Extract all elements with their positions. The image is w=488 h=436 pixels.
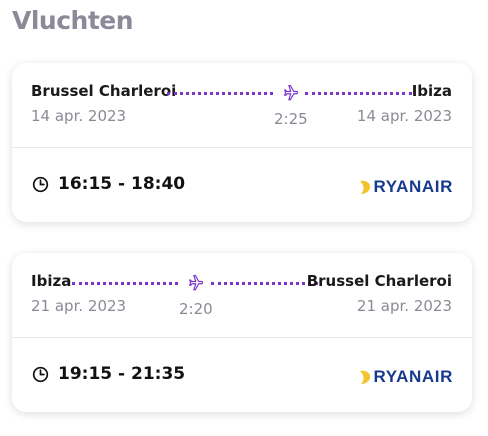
clock-icon [32,176,49,193]
airline-logo: RYANAIR [358,177,453,197]
flight-route: Brussel Charleroi Ibiza 14 apr. 2023 2:2… [12,63,472,147]
destination-city: Brussel Charleroi [306,272,452,290]
origin-city: Brussel Charleroi [31,82,177,100]
route-line [72,282,178,285]
flight-details: 19:15 - 21:35 RYANAIR [12,337,472,412]
plane-icon [284,84,299,101]
flight-duration: 2:20 [179,300,213,318]
plane-icon [189,274,204,291]
route-line [211,282,318,285]
flight-times: 16:15 - 18:40 [58,174,186,194]
airline-name: RYANAIR [373,177,453,196]
arrival-date: 14 apr. 2023 [356,107,452,125]
flight-duration: 2:25 [274,110,308,128]
flight-times: 19:15 - 21:35 [58,364,186,384]
clock-icon [32,366,49,383]
departure-date: 21 apr. 2023 [31,297,127,315]
airline-name: RYANAIR [373,367,453,386]
page-title: Vluchten [12,6,134,35]
destination-city: Ibiza [411,82,452,100]
flight-details: 16:15 - 18:40 RYANAIR [12,147,472,222]
ryanair-harp-logo [359,370,370,384]
flight-card-outbound[interactable]: Brussel Charleroi Ibiza 14 apr. 2023 2:2… [12,63,472,222]
route-line [167,92,273,95]
departure-date: 14 apr. 2023 [31,107,127,125]
flight-card-return[interactable]: Ibiza Brussel Charleroi 21 apr. 2023 2:2… [12,253,472,412]
route-line [305,92,412,95]
ryanair-harp-logo [359,180,370,194]
flight-route: Ibiza Brussel Charleroi 21 apr. 2023 2:2… [12,253,472,337]
origin-city: Ibiza [31,272,72,290]
airline-logo: RYANAIR [358,367,453,387]
arrival-date: 21 apr. 2023 [356,297,452,315]
